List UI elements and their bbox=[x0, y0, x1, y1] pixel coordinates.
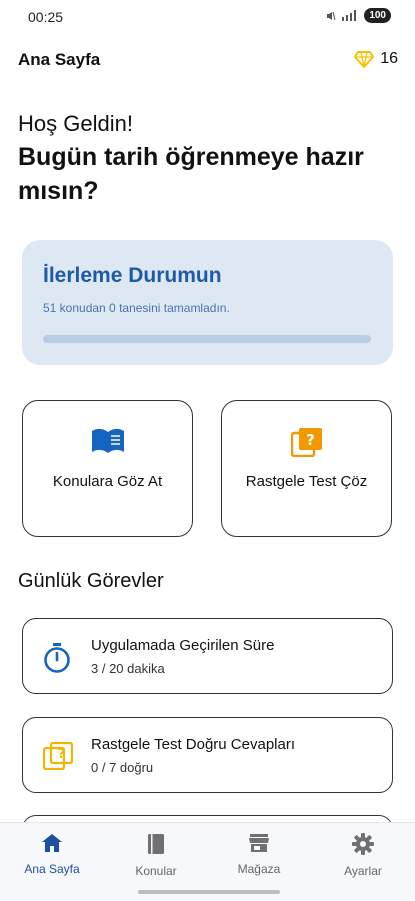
daily-tasks-title: Günlük Görevler bbox=[18, 570, 164, 592]
page-title: Ana Sayfa bbox=[18, 50, 101, 69]
nav-topics[interactable]: Konular bbox=[111, 833, 201, 878]
task-card-correct-answers[interactable]: ? Rastgele Test Doğru Cevapları 0 / 7 do… bbox=[22, 717, 393, 793]
home-indicator bbox=[138, 890, 280, 894]
nav-settings[interactable]: Ayarlar bbox=[318, 833, 408, 878]
task-title: Uygulamada Geçirilen Süre bbox=[91, 637, 275, 654]
svg-text:?: ? bbox=[306, 431, 315, 449]
progress-bar bbox=[43, 335, 371, 343]
browse-topics-button[interactable]: Konulara Göz At bbox=[22, 400, 193, 537]
gem-counter[interactable]: 16 bbox=[354, 50, 398, 68]
task-progress: 0 / 7 doğru bbox=[91, 760, 154, 775]
book-icon bbox=[91, 428, 124, 453]
status-bar: 00:25 100 bbox=[0, 0, 415, 34]
gear-icon bbox=[352, 833, 374, 855]
nav-home[interactable]: Ana Sayfa bbox=[7, 833, 97, 876]
task-progress: 3 / 20 dakika bbox=[91, 661, 165, 676]
nav-topics-label: Konular bbox=[135, 864, 177, 878]
random-test-label: Rastgele Test Çöz bbox=[245, 473, 368, 490]
nav-home-label: Ana Sayfa bbox=[24, 862, 80, 876]
svg-text:?: ? bbox=[58, 747, 66, 762]
browse-topics-label: Konulara Göz At bbox=[52, 473, 163, 490]
nav-store-label: Mağaza bbox=[237, 862, 281, 876]
random-test-button[interactable]: ? Rastgele Test Çöz bbox=[221, 400, 392, 537]
nav-settings-label: Ayarlar bbox=[344, 864, 382, 878]
headline-text: Bugün tarih öğrenmeye hazır mısın? bbox=[18, 143, 364, 205]
signal-icon bbox=[342, 10, 357, 21]
home-icon bbox=[42, 834, 62, 852]
store-icon bbox=[249, 834, 269, 852]
quiz-icon: ? bbox=[290, 428, 322, 457]
timer-icon bbox=[44, 643, 70, 673]
battery-indicator: 100 bbox=[364, 8, 391, 23]
app-header: Ana Sayfa 16 bbox=[18, 50, 398, 74]
book-icon bbox=[148, 834, 164, 854]
diamond-icon bbox=[354, 50, 375, 68]
progress-title: İlerleme Durumun bbox=[43, 264, 222, 287]
status-icons: 100 bbox=[326, 8, 391, 23]
task-card-time-spent[interactable]: Uygulamada Geçirilen Süre 3 / 20 dakika bbox=[22, 618, 393, 694]
quiz-icon: ? bbox=[43, 742, 73, 770]
mute-icon bbox=[327, 11, 336, 20]
progress-card: İlerleme Durumun 51 konudan 0 tanesini t… bbox=[22, 240, 393, 365]
gem-count: 16 bbox=[380, 50, 398, 67]
nav-store[interactable]: Mağaza bbox=[214, 833, 304, 876]
greeting-text: Hoş Geldin! bbox=[18, 111, 133, 136]
progress-description: 51 konudan 0 tanesini tamamladın. bbox=[43, 301, 230, 315]
task-title: Rastgele Test Doğru Cevapları bbox=[91, 736, 295, 753]
status-time: 00:25 bbox=[28, 9, 64, 25]
